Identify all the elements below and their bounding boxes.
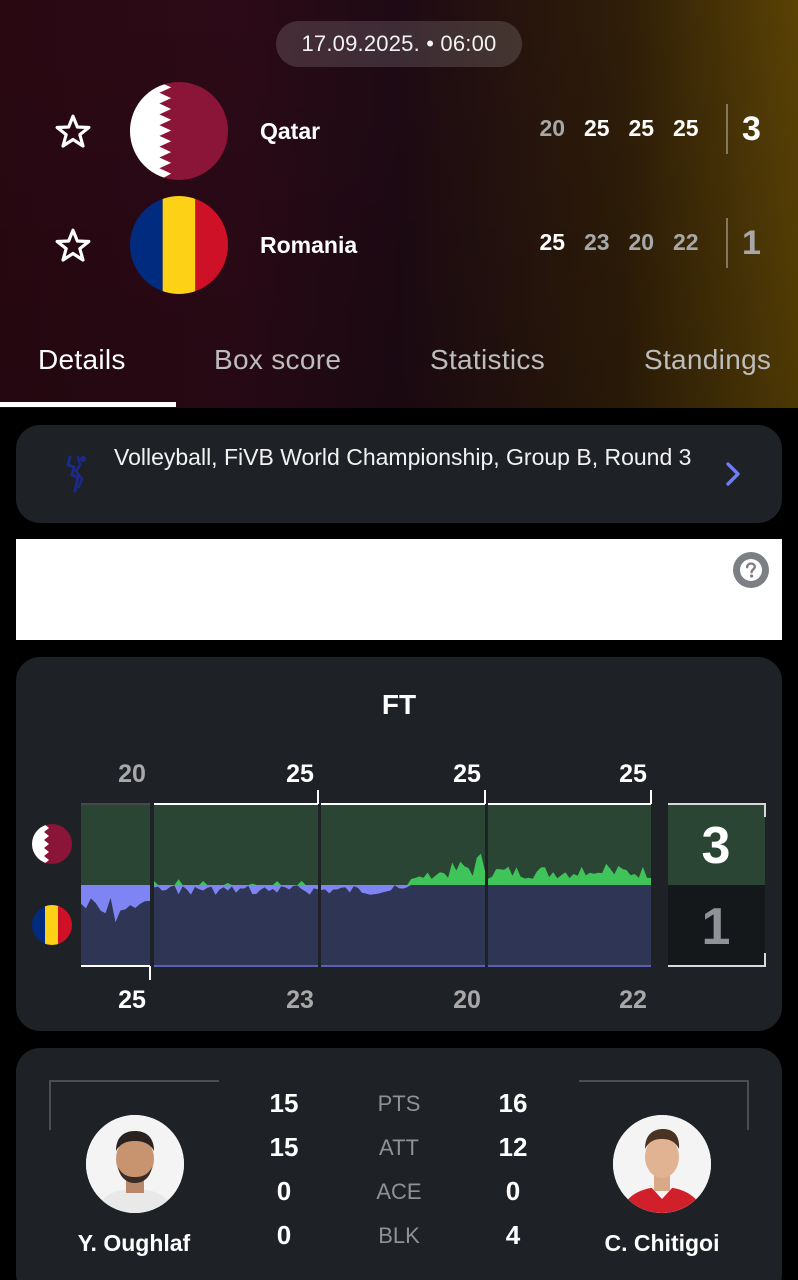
stat-away-value: 0 (505, 1176, 521, 1206)
home-team-name: Qatar (260, 118, 321, 144)
tab-bar: Details Box score Statistics Standings (0, 338, 798, 408)
away-set-label: 22 (619, 986, 647, 1014)
home-final-score: 3 (742, 110, 761, 148)
qatar-flag-small-icon (32, 824, 72, 864)
momentum-graph: 3 1 20 25 25 23 25 20 25 22 (32, 760, 766, 1014)
home-set-label: 25 (619, 760, 647, 788)
home-set-1-score: 20 (539, 115, 566, 141)
stat-home-value: 15 (269, 1088, 299, 1118)
competition-name: Volleyball, FiVB World Championship, Gro… (114, 444, 692, 470)
tab-standings[interactable]: Standings (644, 344, 771, 376)
question-icon[interactable] (732, 551, 770, 589)
away-set-label: 23 (286, 986, 314, 1014)
tab-details[interactable]: Details (38, 344, 126, 376)
away-set-3-score: 20 (628, 229, 655, 255)
stat-away-value: 16 (498, 1088, 528, 1118)
away-set-4-score: 22 (672, 229, 699, 255)
home-set-2-score: 25 (583, 115, 610, 141)
stat-label: ATT (379, 1135, 419, 1160)
away-set-scores: 25 23 20 22 (530, 229, 708, 256)
stat-row-blk: 0 BLK 4 (16, 1220, 782, 1260)
away-set-label: 20 (453, 986, 481, 1014)
home-set-3-score: 25 (628, 115, 655, 141)
score-divider (726, 104, 728, 154)
stat-row-att: 15 ATT 12 (16, 1132, 782, 1172)
team-row-home[interactable]: Qatar 20 25 25 25 3 (0, 82, 798, 182)
away-final-big: 1 (702, 898, 731, 956)
away-set-1-score: 25 (539, 229, 566, 255)
tab-statistics[interactable]: Statistics (430, 344, 545, 376)
stat-label: BLK (378, 1223, 420, 1248)
top-players-card[interactable]: Y. Oughlaf C. Chitigoi 15 PTS 16 15 ATT … (16, 1048, 782, 1280)
stat-away-value: 4 (505, 1220, 521, 1250)
away-set-label: 25 (118, 986, 146, 1014)
competition-card[interactable]: Volleyball, FiVB World Championship, Gro… (16, 425, 782, 523)
tab-box-score[interactable]: Box score (214, 344, 341, 376)
stat-home-value: 0 (276, 1220, 292, 1250)
home-set-scores: 20 25 25 25 (530, 115, 708, 142)
stat-home-value: 0 (276, 1176, 292, 1206)
stat-label: ACE (376, 1179, 422, 1204)
stat-row-pts: 15 PTS 16 (16, 1088, 782, 1128)
volleyball-league-icon (66, 455, 86, 493)
romania-flag-icon (130, 196, 228, 294)
stat-home-value: 15 (269, 1132, 299, 1162)
away-set-2-score: 23 (583, 229, 610, 255)
away-final-score: 1 (742, 224, 761, 262)
match-header: 17.09.2025. • 06:00 Qatar 20 25 25 25 3 … (0, 0, 798, 408)
ad-banner (16, 539, 782, 640)
stat-row-ace: 0 ACE 0 (16, 1176, 782, 1216)
stat-label: PTS (377, 1091, 421, 1116)
qatar-flag-icon (130, 82, 228, 180)
home-set-label: 25 (286, 760, 314, 788)
active-tab-indicator (0, 402, 176, 407)
favorite-star-icon[interactable] (52, 226, 94, 266)
score-divider (726, 218, 728, 268)
favorite-star-icon[interactable] (52, 112, 94, 152)
team-row-away[interactable]: Romania 25 23 20 22 1 (0, 196, 798, 296)
home-set-4-score: 25 (672, 115, 699, 141)
stat-away-value: 12 (498, 1132, 528, 1162)
momentum-card: FT 3 1 20 25 25 23 25 20 25 22 (16, 657, 782, 1031)
match-datetime: 17.09.2025. • 06:00 (276, 21, 522, 67)
home-set-label: 20 (118, 760, 146, 788)
romania-flag-small-icon (32, 905, 72, 945)
chevron-right-icon[interactable] (722, 459, 744, 489)
away-team-name: Romania (260, 232, 358, 258)
home-final-big: 3 (702, 817, 731, 875)
home-set-label: 25 (453, 760, 481, 788)
